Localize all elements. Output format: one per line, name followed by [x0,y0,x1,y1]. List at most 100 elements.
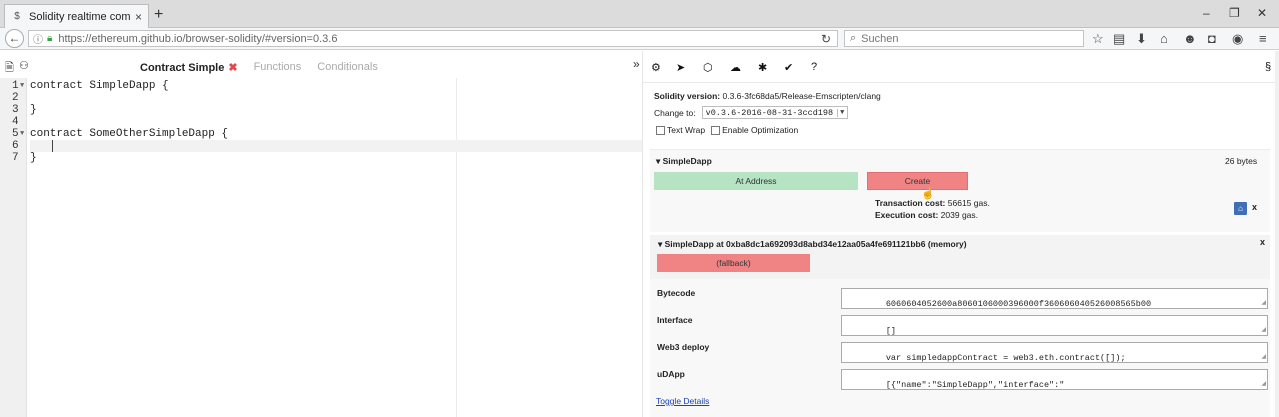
code-line: contract SimpleDapp { [30,80,169,92]
code-editor[interactable]: 1 ▼ 2 3 4 5 ▼ 6 7 contract SimpleDapp { … [0,78,642,417]
search-box[interactable]: ⌕ [844,30,1084,47]
bytecode-field[interactable]: 6060604052600a8060106000396000f360606040… [841,288,1268,309]
extension-icon[interactable]: ◉ [1232,31,1243,47]
contract-name[interactable]: ▾ SimpleDapp [656,156,712,167]
new-tab-button[interactable]: + [154,6,163,24]
file-tab-conditionals[interactable]: Conditionals [317,61,378,73]
fallback-button[interactable]: (fallback) [657,254,810,272]
file-tabs: Contract Simple ✖ Functions Conditionals [140,59,394,75]
file-tab-contract-simple[interactable]: Contract Simple ✖ [140,61,238,74]
print-margin [456,78,457,417]
lock-icon: 🔒︎ [47,33,53,44]
interface-value: [] [885,326,897,336]
browser-tab-bar: $ Solidity realtime compiler ... × + – ❐… [0,0,1279,28]
compiler-options: Text Wrap Enable Optimization [656,125,804,135]
contract-details: Bytecode 6060604052600a8060106000396000f… [650,279,1270,417]
code-line: } [30,152,37,164]
contract-instance: ▾ SimpleDapp at 0xba8dc1a692093d8abd34e1… [650,235,1270,279]
toggle-details-link[interactable]: Toggle Details [656,396,709,406]
version-select[interactable]: v0.3.6-2016-08-31-3ccd198 ▼ [701,106,849,119]
instance-title[interactable]: ▾ SimpleDapp at 0xba8dc1a692093d8abd34e1… [658,239,967,250]
file-tab-functions[interactable]: Functions [254,61,302,73]
line-number: 4 [12,116,19,128]
resize-handle-icon[interactable]: ◢ [1261,325,1266,334]
page: 🗎︎ ⚇ Contract Simple ✖ Functions Conditio… [0,51,1279,417]
at-address-button[interactable]: At Address [654,172,858,190]
bytecode-label: Bytecode [657,288,696,298]
menu-icon[interactable]: ≡ [1259,31,1267,47]
panel-toolbar: ⚙ ➤ ⬡ ☁ ✱ ✔ ? § [643,51,1279,83]
tab-close-icon[interactable]: × [135,10,142,24]
bytecode-value: 6060604052600a8060106000396000f360606040… [885,299,1152,309]
chat-icon[interactable]: ☻ [1183,31,1197,47]
optimization-label: Enable Optimization [722,125,799,135]
web3-deploy-field[interactable]: var simpledappContract = web3.eth.contra… [841,342,1268,363]
contract-box: ▾ SimpleDapp 26 bytes At Address Create … [650,149,1270,232]
maximize-icon[interactable]: ❐ [1229,6,1240,20]
info-icon[interactable]: ⓘ [33,31,43,46]
file-icon[interactable]: 🗎︎ [5,59,14,78]
change-version: Change to: v0.3.6-2016-08-31-3ccd198 ▼ [654,106,849,119]
optimization-checkbox[interactable] [711,125,721,135]
user-icon[interactable]: ⚇ [19,59,29,72]
check-icon[interactable]: ✔ [784,61,793,74]
code-line: contract SomeOtherSimpleDapp { [30,128,229,140]
code-line: } [30,104,37,116]
cloud-upload-icon[interactable]: ☁ [730,61,741,74]
collapse-panel-icon[interactable]: » [633,57,640,71]
instance-close-icon[interactable]: x [1260,237,1265,247]
send-icon[interactable]: ➤ [676,61,685,74]
fold-arrow-icon[interactable]: ▼ [20,130,24,138]
browser-tab[interactable]: $ Solidity realtime compiler ... × [4,4,149,28]
fold-arrow-icon[interactable]: ▼ [20,82,24,90]
bug-icon[interactable]: ✱ [758,61,767,74]
exec-cost-label: Execution cost: [875,210,939,220]
gear-icon[interactable]: ⚙ [651,61,661,74]
cube-icon[interactable]: ⬡ [703,61,713,74]
contract-name-text: SimpleDapp [662,156,712,166]
resize-handle-icon[interactable]: ◢ [1261,298,1266,307]
line-number: 2 [12,92,19,104]
udapp-label: uDApp [657,369,685,379]
version-label: Solidity version: [654,91,721,101]
star-icon[interactable]: ☆ [1092,31,1104,47]
tx-cost-label: Transaction cost: [875,198,946,208]
line-number: 3 [12,104,19,116]
instance-title-text: SimpleDapp at 0xba8dc1a692093d8abd34e12a… [664,239,967,249]
panel-scrollbar[interactable] [1275,51,1279,417]
optimization-option[interactable]: Enable Optimization [711,125,798,135]
udapp-field[interactable]: [{"name":"SimpleDapp","interface":" []\n… [841,369,1268,390]
text-wrap-checkbox[interactable] [656,125,665,135]
window-close-icon[interactable]: ✕ [1257,6,1267,20]
exec-cost-value: 2039 gas. [940,210,979,220]
close-icon[interactable]: ✖ [228,62,237,74]
text-wrap-option[interactable]: Text Wrap [656,125,705,135]
interface-field[interactable]: [] ◢ [841,315,1268,336]
resize-handle-icon[interactable]: ◢ [1261,352,1266,361]
file-tab-label: Contract Simple [140,61,225,74]
reload-icon[interactable]: ↻ [821,32,831,46]
tab-title: Solidity realtime compiler ... [29,10,131,23]
download-icon[interactable]: ⬇ [1136,31,1147,47]
url-text: https://ethereum.github.io/browser-solid… [58,32,338,45]
reading-list-icon[interactable]: ▤ [1113,31,1125,47]
active-line-highlight [30,140,642,152]
search-input[interactable] [861,32,1062,45]
create-button[interactable]: Create [867,172,968,190]
udapp-value: [{"name":"SimpleDapp","interface":" []\n… [885,380,1065,390]
change-to-label: Change to: [654,107,696,118]
resize-handle-icon[interactable]: ◢ [1261,379,1266,388]
help-icon[interactable]: ? [811,61,817,73]
browser-nav-bar: ← ⓘ 🔒︎ https://ethereum.github.io/browse… [0,28,1279,50]
ethereum-logo-icon: § [1265,61,1272,73]
home-icon[interactable]: ⌂ [1234,202,1247,215]
home-icon[interactable]: ⌂ [1160,31,1168,47]
chevron-down-icon: ▼ [837,108,844,117]
line-number: 7 [12,152,19,164]
address-bar[interactable]: ⓘ 🔒︎ https://ethereum.github.io/browser-… [28,30,838,47]
version-select-value: v0.3.6-2016-08-31-3ccd198 [705,107,834,118]
pocket-icon[interactable]: ◘ [1208,31,1216,47]
minimize-icon[interactable]: – [1203,6,1210,20]
contract-close-icon[interactable]: x [1252,202,1257,212]
back-arrow-icon[interactable]: ← [5,29,24,48]
